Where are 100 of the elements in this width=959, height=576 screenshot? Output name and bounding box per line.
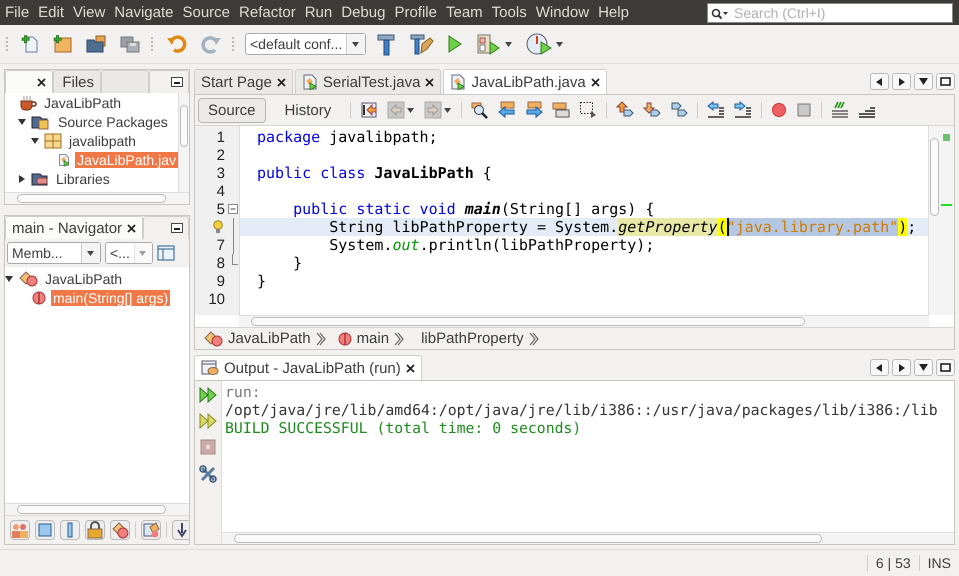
tree-item[interactable]: Libraries	[54, 170, 112, 186]
comment-icon	[831, 101, 850, 119]
fields-filter-button[interactable]	[10, 520, 30, 540]
undo-icon	[166, 34, 188, 54]
tree-item[interactable]: javalibpath	[67, 132, 138, 148]
bar-filter-button[interactable]	[60, 520, 80, 540]
record-icon	[771, 102, 788, 118]
vertical-scrollbar[interactable]	[178, 93, 189, 192]
maximize-button[interactable]	[936, 359, 955, 376]
last-edit-button[interactable]	[360, 101, 378, 119]
configuration-dropdown[interactable]: <default conf...	[245, 33, 366, 55]
close-icon[interactable]	[406, 364, 415, 372]
shift-left-button[interactable]	[707, 101, 726, 119]
down-arrow-filter-button[interactable]	[172, 520, 189, 540]
expanded-arrow-icon[interactable]	[18, 118, 26, 126]
menu-item[interactable]: Window	[536, 4, 590, 21]
scope-dropdown[interactable]: <...	[105, 242, 153, 264]
collapsed-arrow-icon[interactable]	[18, 174, 26, 182]
menu-item[interactable]: Help	[598, 4, 629, 21]
list-documents-button[interactable]	[914, 73, 933, 90]
forward-button[interactable]	[424, 101, 452, 119]
stop-button[interactable]	[200, 439, 216, 455]
expanded-arrow-icon[interactable]	[31, 136, 39, 144]
vertical-scrollbar[interactable]	[928, 126, 940, 315]
stop-macro-button[interactable]	[796, 102, 812, 118]
horizontal-scrollbar[interactable]	[222, 532, 954, 544]
editor-tab[interactable]: SerialTest.java	[294, 69, 442, 94]
panel-tab[interactable]: main - Navigator	[5, 216, 144, 239]
members-dropdown[interactable]: Memb...	[7, 242, 101, 264]
panel-tab[interactable]	[5, 70, 53, 93]
output-tab[interactable]: Output - JavaLibPath (run)	[194, 355, 422, 380]
caret-icon	[407, 108, 416, 112]
menu-item[interactable]: Run	[304, 4, 332, 21]
down-triangle-icon	[919, 78, 928, 85]
editor-tab[interactable]: Start Page	[194, 69, 293, 94]
scroll-right-button[interactable]	[892, 359, 911, 376]
previous-bookmark-button[interactable]	[616, 101, 634, 119]
maximize-button[interactable]	[936, 73, 955, 90]
close-icon[interactable]	[425, 78, 434, 86]
breadcrumb[interactable]: main	[356, 330, 390, 347]
breadcrumb[interactable]: JavaLibPath	[228, 330, 311, 347]
menu-item[interactable]: Profile	[394, 4, 437, 21]
inherited-filter-button[interactable]	[141, 520, 161, 540]
menu-item[interactable]: Navigate	[114, 4, 174, 21]
square-filter-button[interactable]	[35, 520, 55, 540]
search-field[interactable]: Search (Ctrl+I)	[707, 2, 953, 22]
close-icon[interactable]	[590, 78, 600, 86]
menu-item[interactable]: Edit	[38, 4, 64, 21]
find-button[interactable]	[471, 101, 490, 119]
close-icon[interactable]	[276, 78, 286, 86]
breadcrumb[interactable]: libPathProperty	[421, 330, 524, 347]
comment-button[interactable]	[831, 101, 850, 119]
shift-right-button[interactable]	[734, 101, 752, 119]
find-previous-button[interactable]	[498, 101, 516, 119]
find-previous-icon	[498, 101, 516, 119]
panel-tab[interactable]: Files	[53, 70, 101, 93]
back-button[interactable]	[387, 101, 416, 119]
horizontal-scrollbar[interactable]	[239, 315, 929, 327]
rerun-button[interactable]	[199, 387, 217, 403]
rect-select-button[interactable]	[579, 101, 598, 119]
minimize-icon[interactable]	[171, 77, 183, 87]
tree-item[interactable]: Source Packages	[56, 114, 170, 130]
menu-item[interactable]: View	[73, 4, 106, 21]
scroll-left-button[interactable]	[870, 73, 889, 90]
lightbulb-icon[interactable]	[213, 220, 223, 234]
window-icon[interactable]	[157, 245, 175, 261]
tree-item[interactable]: JavaLibPath	[43, 270, 124, 286]
menu-item[interactable]: File	[5, 4, 30, 21]
hammer-broom-icon	[410, 32, 434, 56]
list-documents-button[interactable]	[914, 359, 933, 376]
horizontal-scrollbar[interactable]	[5, 503, 189, 515]
close-icon[interactable]	[37, 78, 46, 86]
highlight-button[interactable]	[552, 101, 570, 119]
horizontal-scrollbar[interactable]	[5, 192, 189, 204]
view-mode-tab[interactable]: Source	[198, 98, 266, 122]
menu-item[interactable]: Tools	[492, 4, 527, 21]
find-next-button[interactable]	[525, 101, 544, 119]
toggle-bookmark-button[interactable]	[670, 101, 688, 119]
lock-filter-button[interactable]	[85, 520, 105, 540]
menu-item[interactable]: Refactor	[239, 4, 296, 21]
view-mode-tab[interactable]: History	[274, 98, 342, 122]
record-macro-button[interactable]	[771, 102, 788, 118]
scroll-right-button[interactable]	[892, 73, 911, 90]
scroll-left-button[interactable]	[870, 359, 889, 376]
shift-left-icon	[707, 101, 726, 119]
expanded-arrow-icon[interactable]	[5, 274, 13, 282]
editor-tab[interactable]: JavaLibPath.java	[443, 69, 607, 94]
next-bookmark-button[interactable]	[643, 101, 662, 119]
menu-item[interactable]: Debug	[341, 4, 386, 21]
line-number: 5	[216, 200, 225, 218]
fold-icon[interactable]	[228, 204, 238, 214]
minimize-icon[interactable]	[171, 223, 183, 233]
tree-item[interactable]: JavaLibPath	[42, 94, 124, 110]
menu-item[interactable]: Team	[446, 4, 483, 21]
close-icon[interactable]	[127, 224, 136, 232]
settings-button[interactable]	[199, 465, 217, 483]
package-folder-icon	[31, 114, 51, 130]
rerun-different-button[interactable]	[199, 413, 217, 429]
menu-item[interactable]: Source	[182, 4, 230, 21]
class-filter-button[interactable]	[110, 520, 130, 540]
